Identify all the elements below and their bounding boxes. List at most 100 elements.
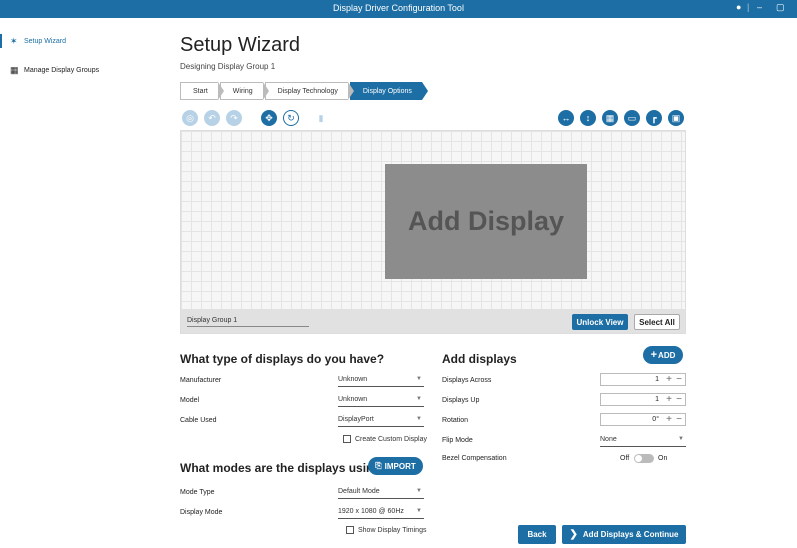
import-label: IMPORT [384,461,416,471]
show-display-timings-checkbox[interactable]: Show Display Timings [346,526,426,534]
checkbox-label: Create Custom Display [355,435,427,443]
step-start[interactable]: Start [180,82,224,100]
window-title: Display Driver Configuration Tool [333,3,464,13]
unlock-view-button[interactable]: Unlock View [572,314,628,330]
manufacturer-value: Unknown [338,376,368,383]
chevron-down-icon: ▼ [416,376,422,382]
cable-value: DisplayPort [338,416,374,423]
display-mode-select[interactable]: 1920 x 1080 @ 60Hz ▼ [338,507,424,519]
toggle-knob [635,455,642,462]
displays-across-stepper[interactable]: 1 + − [600,373,686,386]
checkbox-box [346,526,354,534]
title-bar: Display Driver Configuration Tool ● | – … [0,0,797,18]
chevron-down-icon: ▼ [416,396,422,402]
mode-type-value: Default Mode [338,488,380,495]
step-wiring[interactable]: Wiring [219,82,269,100]
checkbox-label: Show Display Timings [358,526,427,534]
plus-icon: + [650,349,658,361]
flip-mode-select[interactable]: None ▼ [600,435,686,447]
import-icon: ⎘ [375,461,382,470]
fullscreen-icon[interactable]: ▣ [668,110,684,126]
active-indicator [0,34,2,48]
flip-mode-value: None [600,436,617,443]
wand-icon: ✶ [10,35,18,46]
minus-icon[interactable]: − [676,394,682,405]
add-displays-continue-button[interactable]: ❯ Add Displays & Continue [562,525,686,544]
display-modes-heading: What modes are the displays using? [180,461,389,475]
rotate-icon[interactable]: ↻ [283,110,299,126]
display-mode-label: Display Mode [180,509,223,516]
add-label: ADD [658,350,676,360]
zoom-icon[interactable]: ◎ [182,110,198,126]
select-all-button[interactable]: Select All [634,314,680,330]
plus-icon[interactable]: + [666,374,672,385]
bezel-compensation-label: Bezel Compensation [442,455,507,462]
display-type-heading: What type of displays do you have? [180,352,385,366]
cable-label: Cable Used [180,417,217,424]
page-title: Setup Wizard [180,34,301,56]
chevron-down-icon: ▼ [416,416,422,422]
cable-select[interactable]: DisplayPort ▼ [338,415,424,427]
add-button[interactable]: + ADD [643,346,683,364]
fit-height-icon[interactable]: ↕ [580,110,596,126]
monitor-icon[interactable]: ▭ [624,110,640,126]
move-icon[interactable]: ✥ [261,110,277,126]
fit-width-icon[interactable]: ↔ [558,110,574,126]
sidebar: ✶ Setup Wizard ▦ Manage Display Groups [0,18,160,548]
continue-label: Add Displays & Continue [582,530,679,539]
toggle-on-label: On [658,455,668,462]
model-select[interactable]: Unknown ▼ [338,395,424,407]
chevron-down-icon: ▼ [416,488,422,494]
sidebar-item-manage-display-groups[interactable]: ▦ Manage Display Groups [10,63,99,77]
grid-toggle-icon[interactable]: ▦ [602,110,618,126]
display-mode-value: 1920 x 1080 @ 60Hz [338,508,404,515]
maximize-icon[interactable]: ▢ [776,2,785,13]
add-displays-heading: Add displays [442,352,517,366]
import-button[interactable]: ⎘ IMPORT [368,457,423,475]
bezel-compensation-toggle[interactable] [634,454,654,463]
back-button[interactable]: Back [518,525,556,544]
add-display-placeholder[interactable]: Add Display [385,164,587,279]
displays-up-stepper[interactable]: 1 + − [600,393,686,406]
sidebar-item-setup-wizard[interactable]: ✶ Setup Wizard [10,34,66,48]
corner-icon[interactable]: ┏ [646,110,662,126]
manufacturer-label: Manufacturer [180,377,222,384]
model-value: Unknown [338,396,368,403]
minus-icon[interactable]: − [676,374,682,385]
page-subtitle: Designing Display Group 1 [180,62,276,71]
chevron-right-icon: ❯ [569,529,578,540]
displays-up-label: Displays Up [442,397,480,404]
canvas-footer: Display Group 1 Unlock View Select All [181,309,685,333]
minimize-icon[interactable]: – [757,2,762,12]
redo-icon[interactable]: ↷ [226,110,242,126]
stepper-value: 1 [655,376,659,383]
toggle-off-label: Off [620,455,630,462]
flip-mode-label: Flip Mode [442,437,473,444]
sidebar-item-label: Manage Display Groups [24,66,100,74]
plus-icon[interactable]: + [666,414,672,425]
step-display-options[interactable]: Display Options [349,82,428,100]
step-display-technology[interactable]: Display Technology [264,82,355,100]
displays-across-label: Displays Across [442,377,492,384]
create-custom-display-checkbox[interactable]: Create Custom Display [343,435,427,443]
mode-type-label: Mode Type [180,489,215,496]
layout-canvas[interactable]: Add Display Display Group 1 Unlock View … [180,130,686,334]
plus-icon[interactable]: + [666,394,672,405]
wizard-steps: Start Wiring Display Technology Display … [180,82,428,100]
stepper-value: 0° [652,416,659,423]
group-name-field[interactable]: Display Group 1 [187,317,309,327]
manufacturer-select[interactable]: Unknown ▼ [338,375,424,387]
grid-icon: ▦ [10,64,19,75]
separator: | [747,2,750,12]
sidebar-item-label: Setup Wizard [24,37,67,45]
mode-type-select[interactable]: Default Mode ▼ [338,487,424,499]
undo-icon[interactable]: ↶ [204,110,220,126]
info-icon[interactable]: ● [736,2,741,12]
chevron-down-icon: ▼ [416,508,422,514]
rotation-stepper[interactable]: 0° + − [600,413,686,426]
model-label: Model [180,397,200,404]
delete-icon[interactable]: ▮ [313,110,329,126]
rotation-label: Rotation [442,417,469,424]
stepper-value: 1 [655,396,659,403]
minus-icon[interactable]: − [676,414,682,425]
